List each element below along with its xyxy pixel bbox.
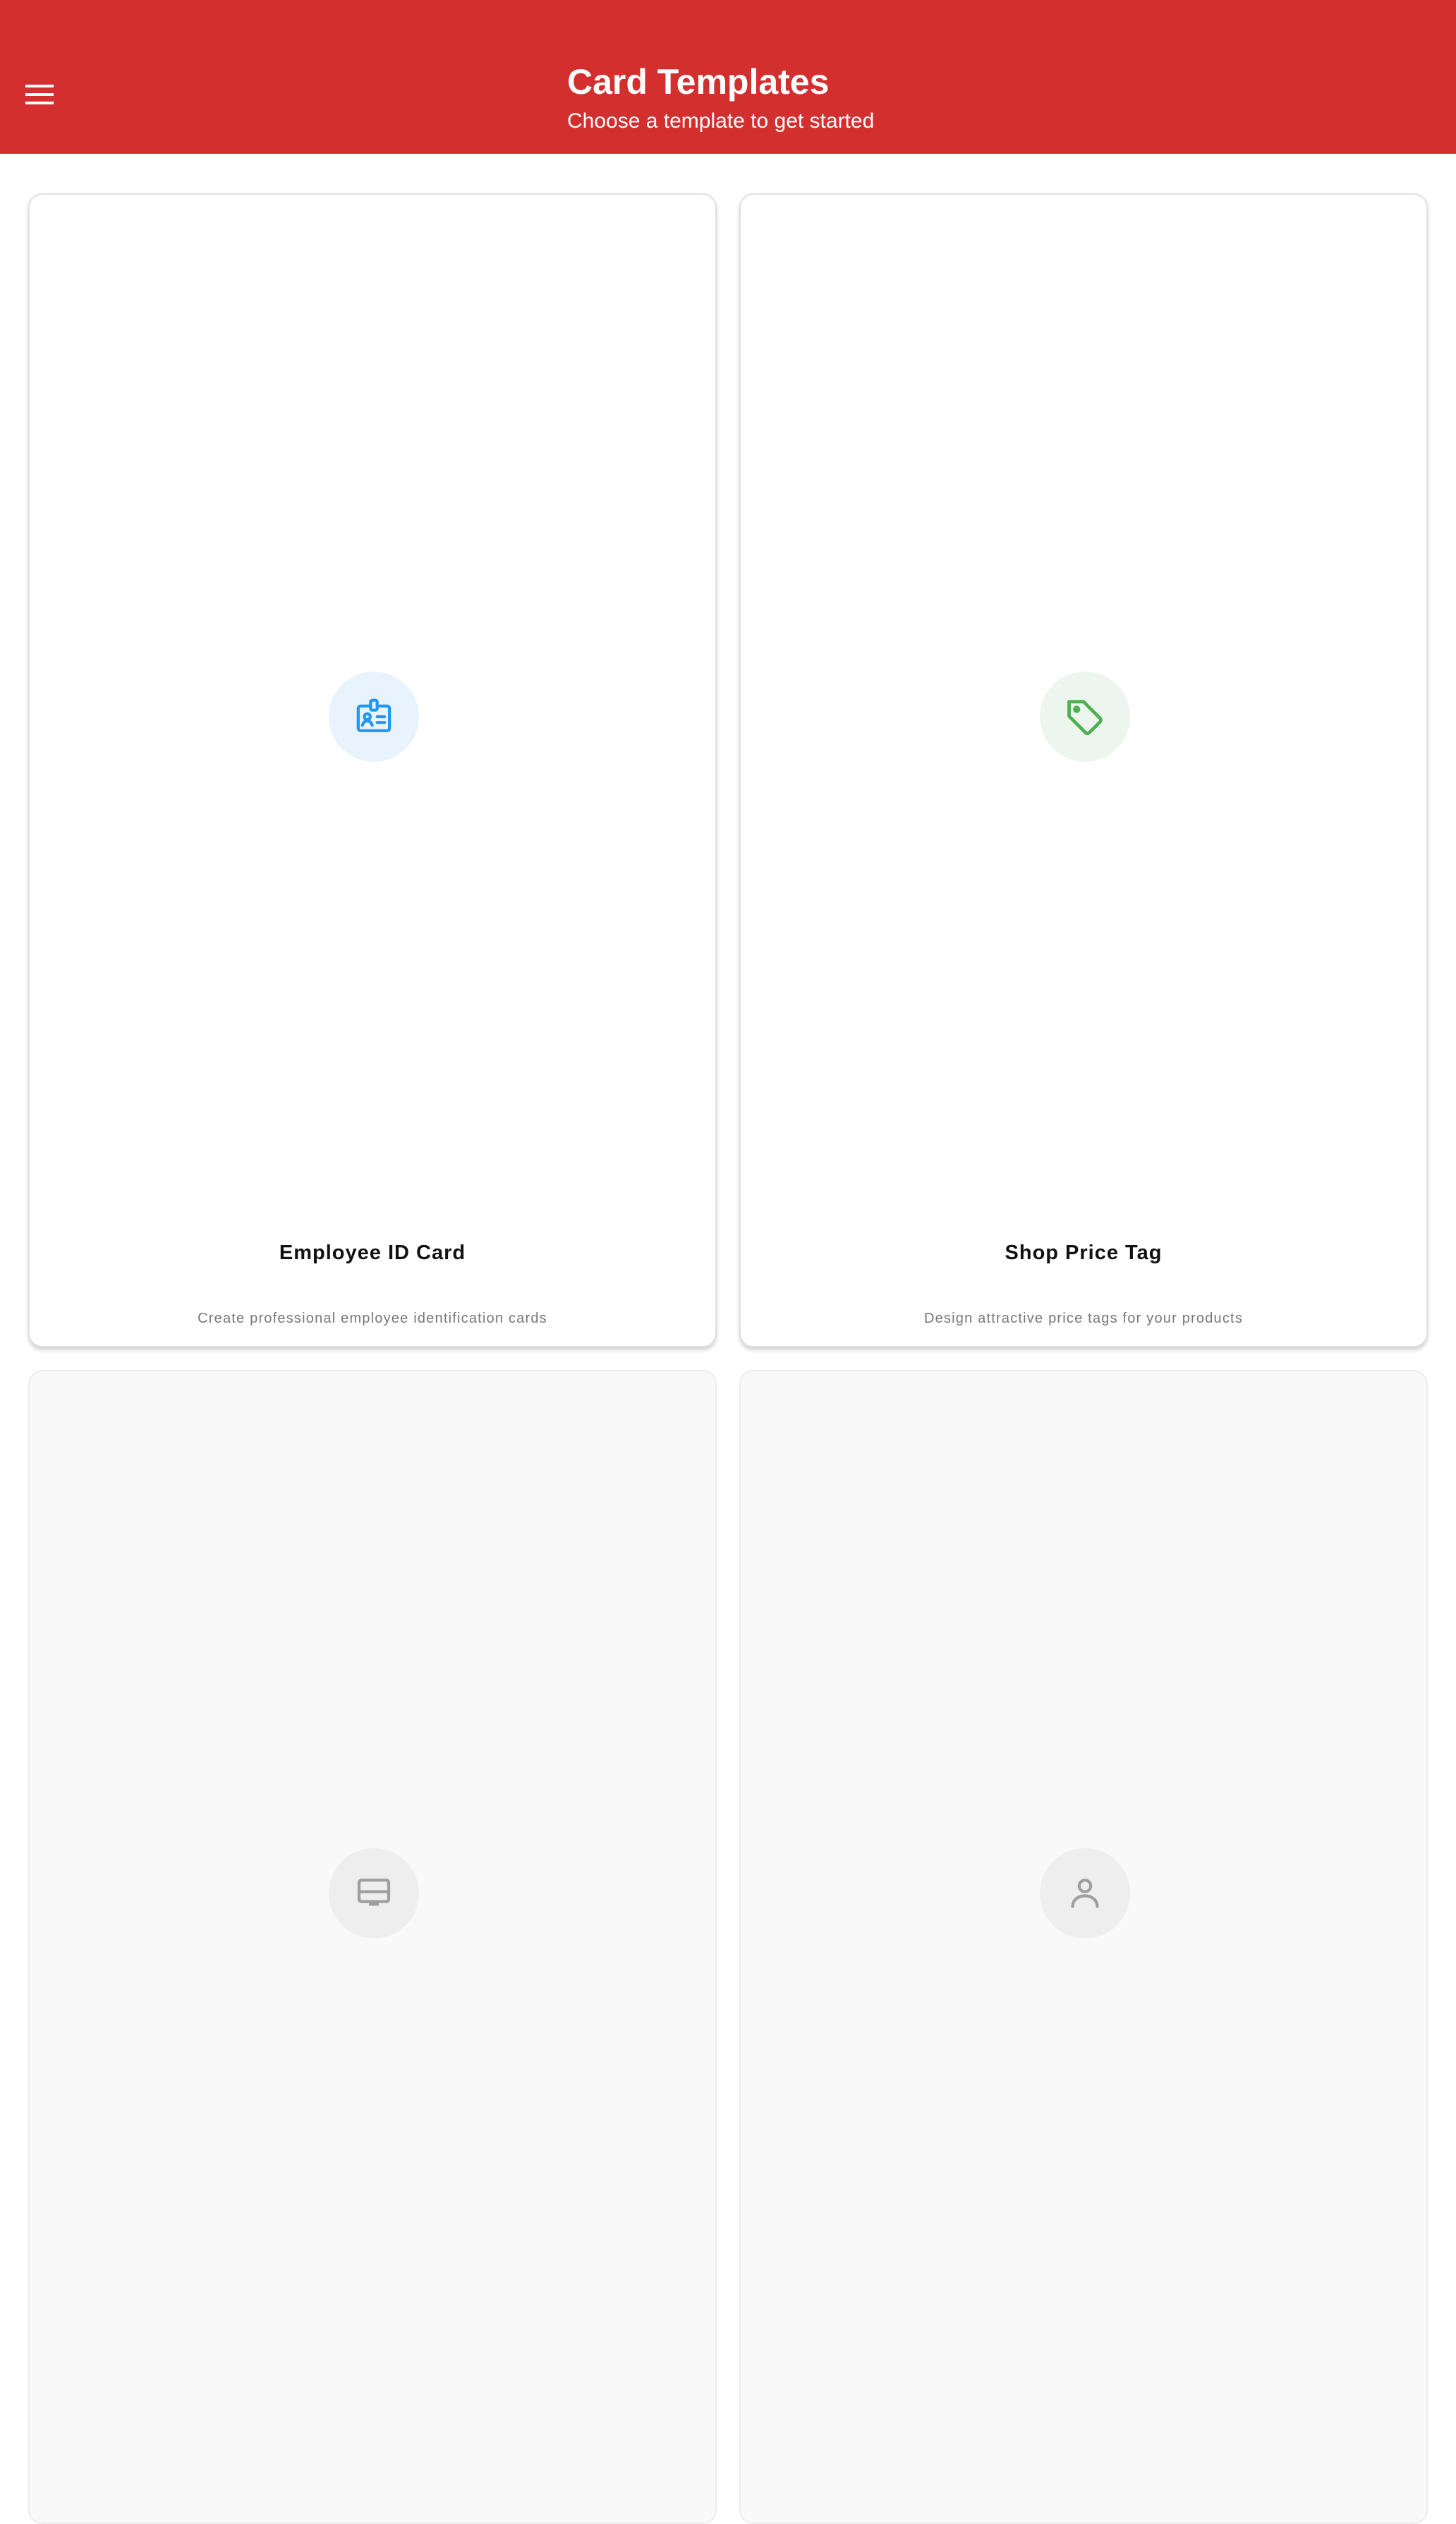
icon-circle	[1040, 672, 1130, 762]
template-description: Design attractive price tags for your pr…	[923, 1311, 1244, 1326]
app-bar: Card Templates Choose a template to get …	[0, 0, 1456, 154]
template-card-price-tag[interactable]: Shop Price Tag Design attractive price t…	[739, 193, 1428, 1347]
page-subtitle: Choose a template to get started	[567, 109, 875, 133]
person-icon	[1071, 1879, 1099, 1908]
template-title: Shop Price Tag	[1005, 1242, 1163, 1264]
price-tag-icon	[1067, 700, 1103, 735]
icon-circle	[1040, 1848, 1130, 1938]
page-title: Card Templates	[567, 62, 830, 102]
badge-icon	[356, 698, 392, 732]
menu-icon	[25, 85, 54, 104]
credit-card-icon	[357, 1879, 391, 1906]
icon-circle	[329, 672, 419, 762]
template-card-employee-id[interactable]: Employee ID Card Create professional emp…	[28, 193, 717, 1347]
template-description: Create professional employee identificat…	[198, 1311, 547, 1326]
header-titles: Card Templates Choose a template to get …	[567, 59, 874, 135]
icon-circle	[329, 1848, 419, 1938]
template-card-4[interactable]	[739, 1370, 1428, 2524]
template-card-3[interactable]	[28, 1370, 717, 2524]
template-title: Employee ID Card	[279, 1242, 466, 1264]
menu-button[interactable]	[13, 68, 66, 121]
